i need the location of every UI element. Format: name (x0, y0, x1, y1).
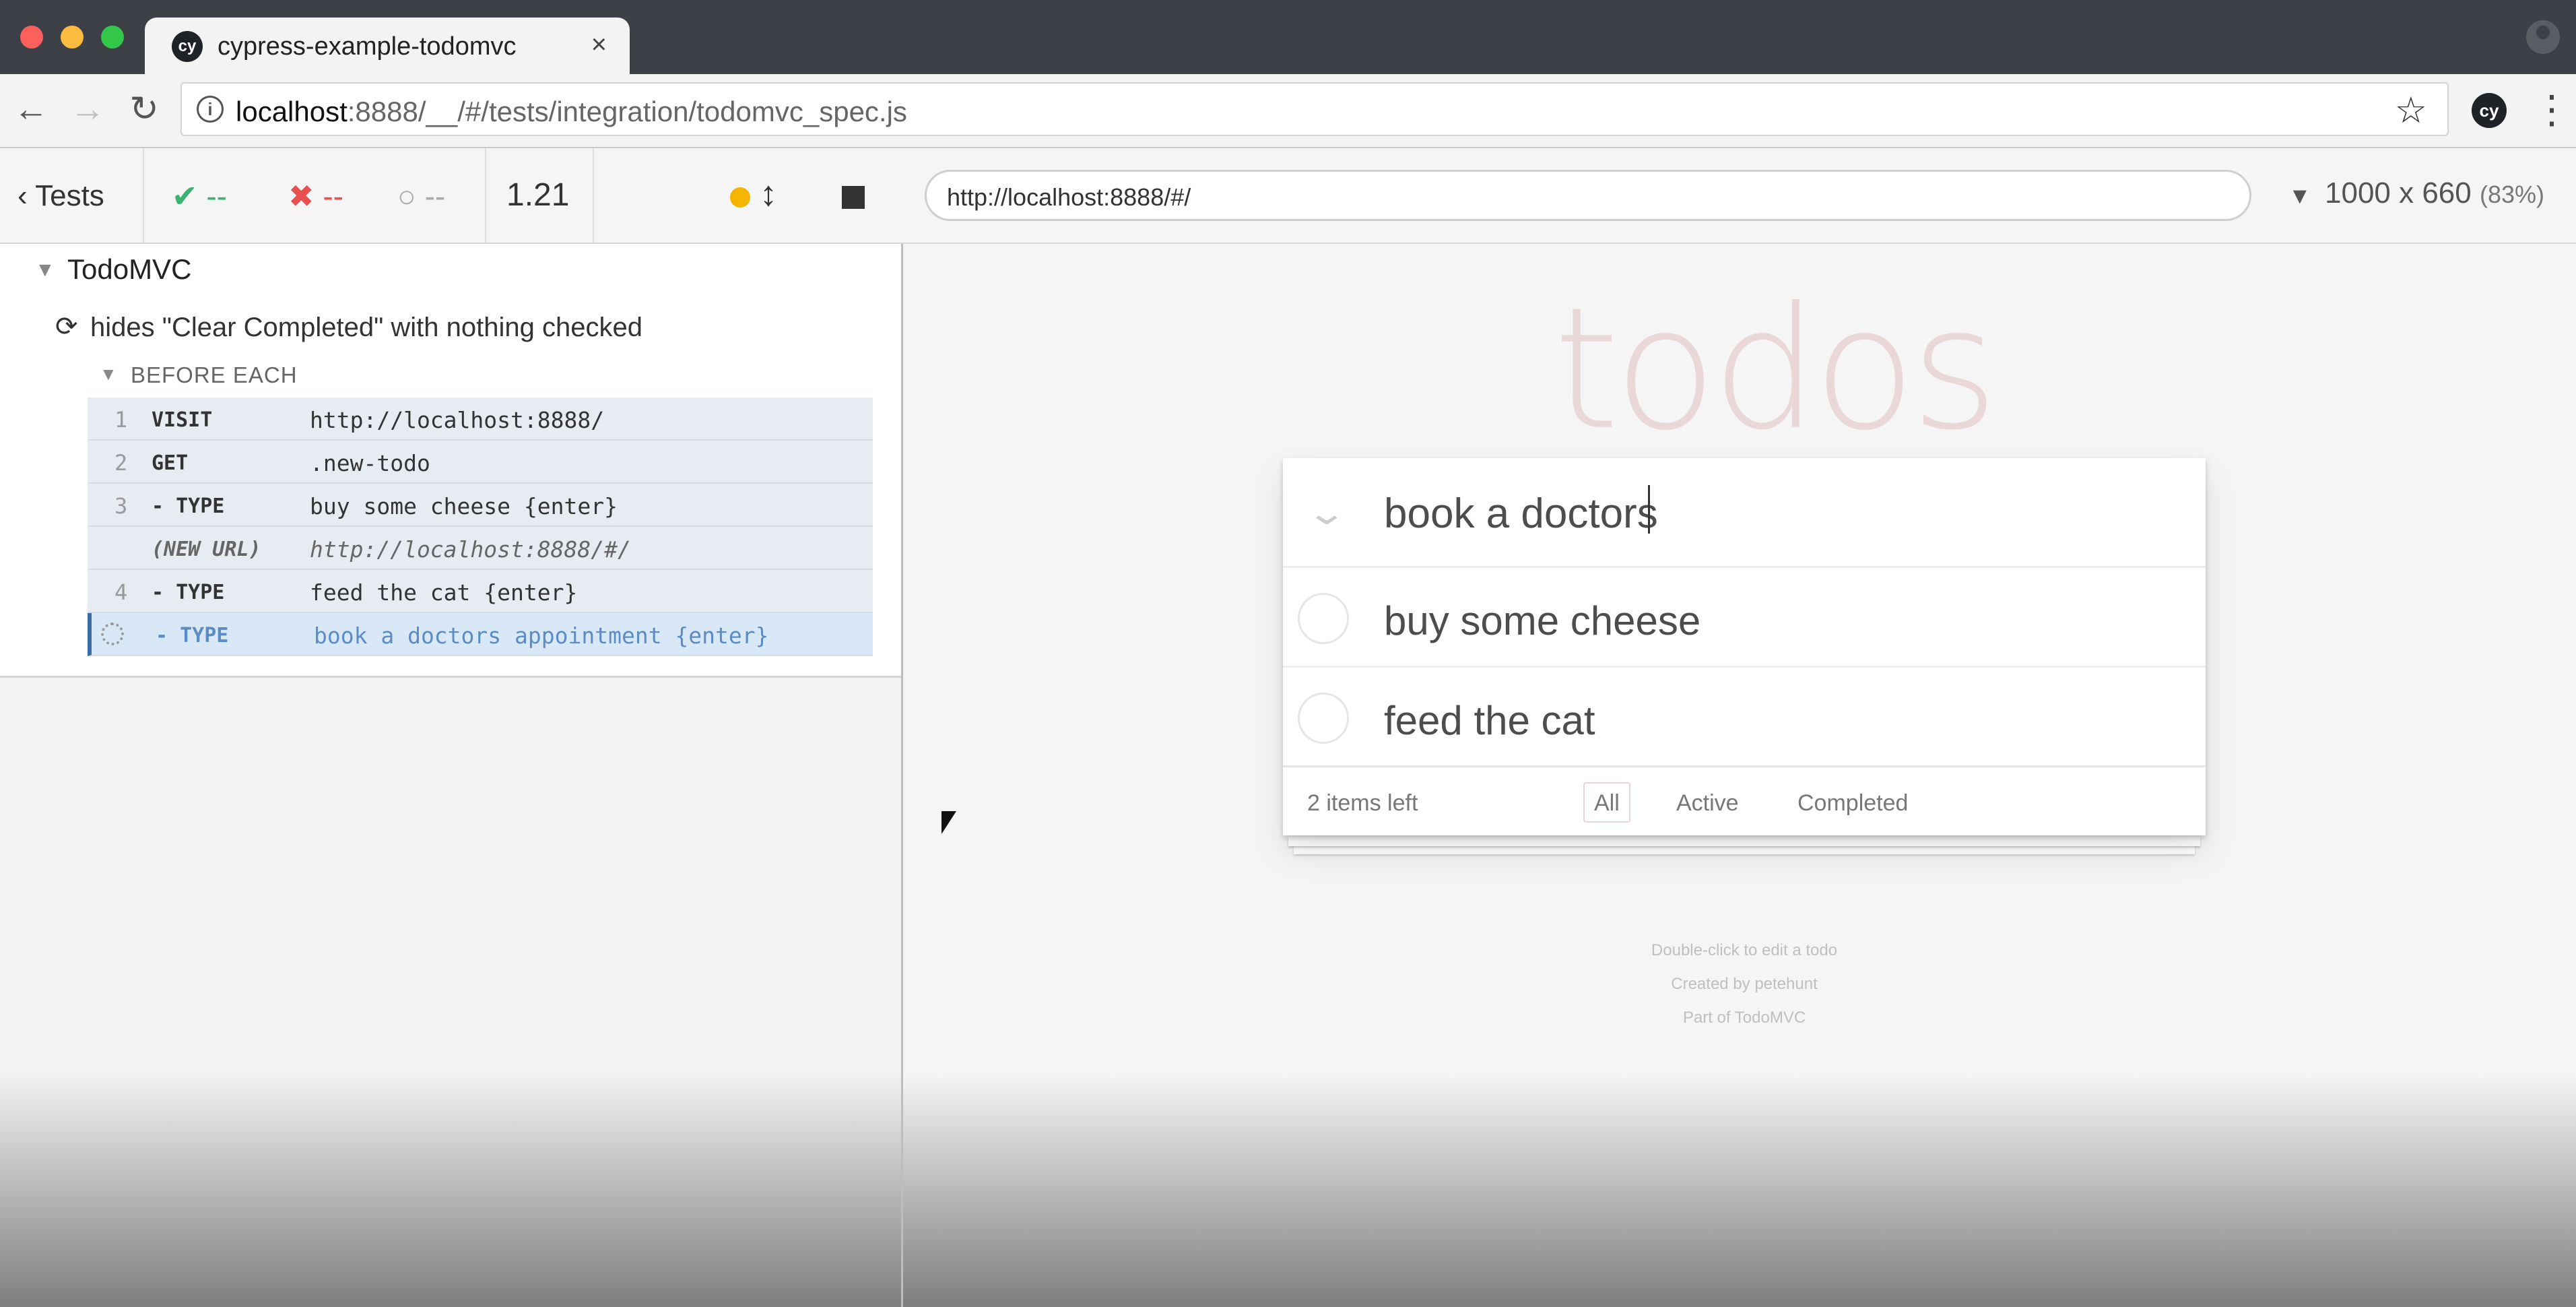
passed-stat: ✔ -- (172, 179, 227, 214)
checkmark-icon: ✔ (172, 179, 198, 214)
command-message: .new-todo (310, 450, 430, 476)
cross-icon: ✖ (288, 179, 315, 214)
todo-toggle-checkbox[interactable] (1298, 693, 1349, 744)
maximize-window-button[interactable] (101, 26, 124, 49)
running-indicator (730, 187, 750, 208)
command-number: 4 (114, 579, 128, 605)
hook-title[interactable]: BEFORE EACH (131, 362, 298, 388)
command-message: buy some cheese {enter} (310, 493, 618, 519)
todo-stack-shadow (1294, 845, 2195, 854)
info-text: Created by petehunt (1671, 975, 1818, 993)
info-text: Part of TodoMVC (1682, 1009, 1806, 1027)
command-name: GET (152, 451, 189, 475)
suite-title[interactable]: TodoMVC (67, 253, 191, 286)
address-bar[interactable]: i localhost:8888/__/#/tests/integration/… (180, 82, 2449, 136)
address-url: localhost:8888/__/#/tests/integration/to… (236, 96, 907, 127)
command-name: (NEW URL) (152, 538, 261, 561)
command-number: 3 (114, 493, 128, 519)
pending-stat: ○ -- (397, 179, 446, 214)
viewport-size[interactable]: 1000 x 660 (2325, 177, 2472, 210)
reporter-panel: ▼ TodoMVC ⟳ hides "Clear Completed" with… (0, 244, 902, 1307)
stop-icon[interactable] (842, 186, 865, 209)
tab-title: cypress-example-todomvc (218, 32, 517, 61)
command-row[interactable]: 2 GET .new-todo (88, 441, 873, 484)
viewport-scale: (83%) (2480, 181, 2545, 208)
command-message: feed the cat {enter} (310, 579, 578, 606)
duration: 1.21 (506, 177, 570, 213)
forward-button[interactable]: → (67, 89, 108, 129)
close-window-button[interactable] (20, 26, 43, 49)
browser-tab[interactable]: cy cypress-example-todomvc × (145, 18, 630, 74)
todo-item[interactable]: feed the cat (1283, 666, 2206, 765)
chevron-left-icon: ‹ (18, 179, 36, 212)
command-row[interactable]: 1 VISIT http://localhost:8888/ (88, 397, 873, 441)
info-text: Double-click to edit a todo (1651, 941, 1838, 959)
command-row-active[interactable]: - TYPE book a doctors appointment {enter… (88, 613, 873, 656)
browser-titlebar: cy cypress-example-todomvc × (0, 0, 2576, 74)
cypress-favicon-icon: cy (172, 31, 203, 62)
text-caret (1648, 485, 1650, 534)
command-message: http://localhost:8888/#/ (310, 536, 631, 563)
profile-icon[interactable] (2526, 20, 2560, 54)
command-list: 1 VISIT http://localhost:8888/ 2 GET .ne… (88, 397, 873, 656)
todo-label[interactable]: buy some cheese (1384, 598, 1700, 644)
command-number: 1 (114, 407, 128, 433)
command-row[interactable]: 4 - TYPE feed the cat {enter} (88, 570, 873, 613)
caret-down-icon[interactable]: ▼ (100, 364, 117, 385)
command-row-new-url[interactable]: (NEW URL) http://localhost:8888/#/ (88, 527, 873, 570)
runner-header: ‹ Tests ✔ -- ✖ -- ○ -- 1.21 ↕ http://loc… (0, 148, 2576, 244)
todo-toggle-checkbox[interactable] (1298, 593, 1349, 644)
circle-icon: ○ (397, 179, 416, 214)
reload-button[interactable]: ↻ (124, 89, 164, 129)
command-name: VISIT (152, 408, 213, 432)
cypress-extension-icon[interactable]: cy (2472, 93, 2507, 128)
refresh-icon: ⟳ (55, 312, 78, 342)
todo-count: 2 items left (1307, 790, 1418, 816)
todo-item[interactable]: buy some cheese (1283, 566, 2206, 666)
chevron-down-icon[interactable]: ⌄ (1306, 493, 1348, 532)
command-number: 2 (114, 450, 128, 476)
test-title[interactable]: hides "Clear Completed" with nothing che… (90, 313, 642, 343)
failed-stat: ✖ -- (288, 179, 343, 214)
tests-button[interactable]: ‹ Tests (18, 179, 104, 213)
aut-url-bar[interactable]: http://localhost:8888/#/ (925, 170, 2251, 221)
filter-active[interactable]: Active (1665, 782, 1750, 823)
command-message: book a doctors appointment {enter} (314, 623, 769, 649)
todo-app: ⌄ buy some cheese feed the cat 2 items l… (1283, 458, 2206, 835)
mouse-cursor-icon (942, 811, 956, 834)
divider (143, 148, 144, 243)
vertical-arrows-icon[interactable]: ↕ (760, 174, 777, 214)
bookmark-star-icon[interactable]: ☆ (2395, 89, 2427, 131)
command-message: http://localhost:8888/ (310, 407, 605, 433)
aut-iframe: todos ⌄ buy some cheese feed the cat 2 i… (903, 244, 2576, 1307)
filter-completed[interactable]: Completed (1787, 782, 1919, 823)
command-name: - TYPE (152, 581, 225, 604)
new-todo-input[interactable] (1384, 480, 2179, 547)
command-name: - TYPE (152, 495, 225, 518)
info-icon[interactable]: i (197, 96, 224, 123)
caret-down-icon[interactable]: ▼ (35, 259, 55, 282)
filter-all[interactable]: All (1583, 782, 1630, 823)
divider (485, 148, 486, 243)
tab-close-icon[interactable]: × (591, 30, 607, 60)
browser-toolbar: ← → ↻ i localhost:8888/__/#/tests/integr… (0, 74, 2576, 148)
todos-heading: todos (1553, 271, 1999, 467)
back-button[interactable]: ← (11, 89, 51, 129)
command-name: - TYPE (156, 624, 229, 647)
todo-stack-shadow (1288, 837, 2200, 846)
runnable-box: ▼ TodoMVC ⟳ hides "Clear Completed" with… (0, 244, 901, 678)
todo-label[interactable]: feed the cat (1384, 697, 1595, 744)
kebab-menu-icon[interactable]: ⋮ (2532, 86, 2571, 132)
minimize-window-button[interactable] (61, 26, 84, 49)
caret-down-icon[interactable]: ▼ (2288, 183, 2311, 210)
todo-footer: 2 items left All Active Completed (1283, 765, 2206, 835)
spinner-icon (101, 623, 124, 645)
command-row[interactable]: 3 - TYPE buy some cheese {enter} (88, 484, 873, 527)
divider (593, 148, 594, 243)
